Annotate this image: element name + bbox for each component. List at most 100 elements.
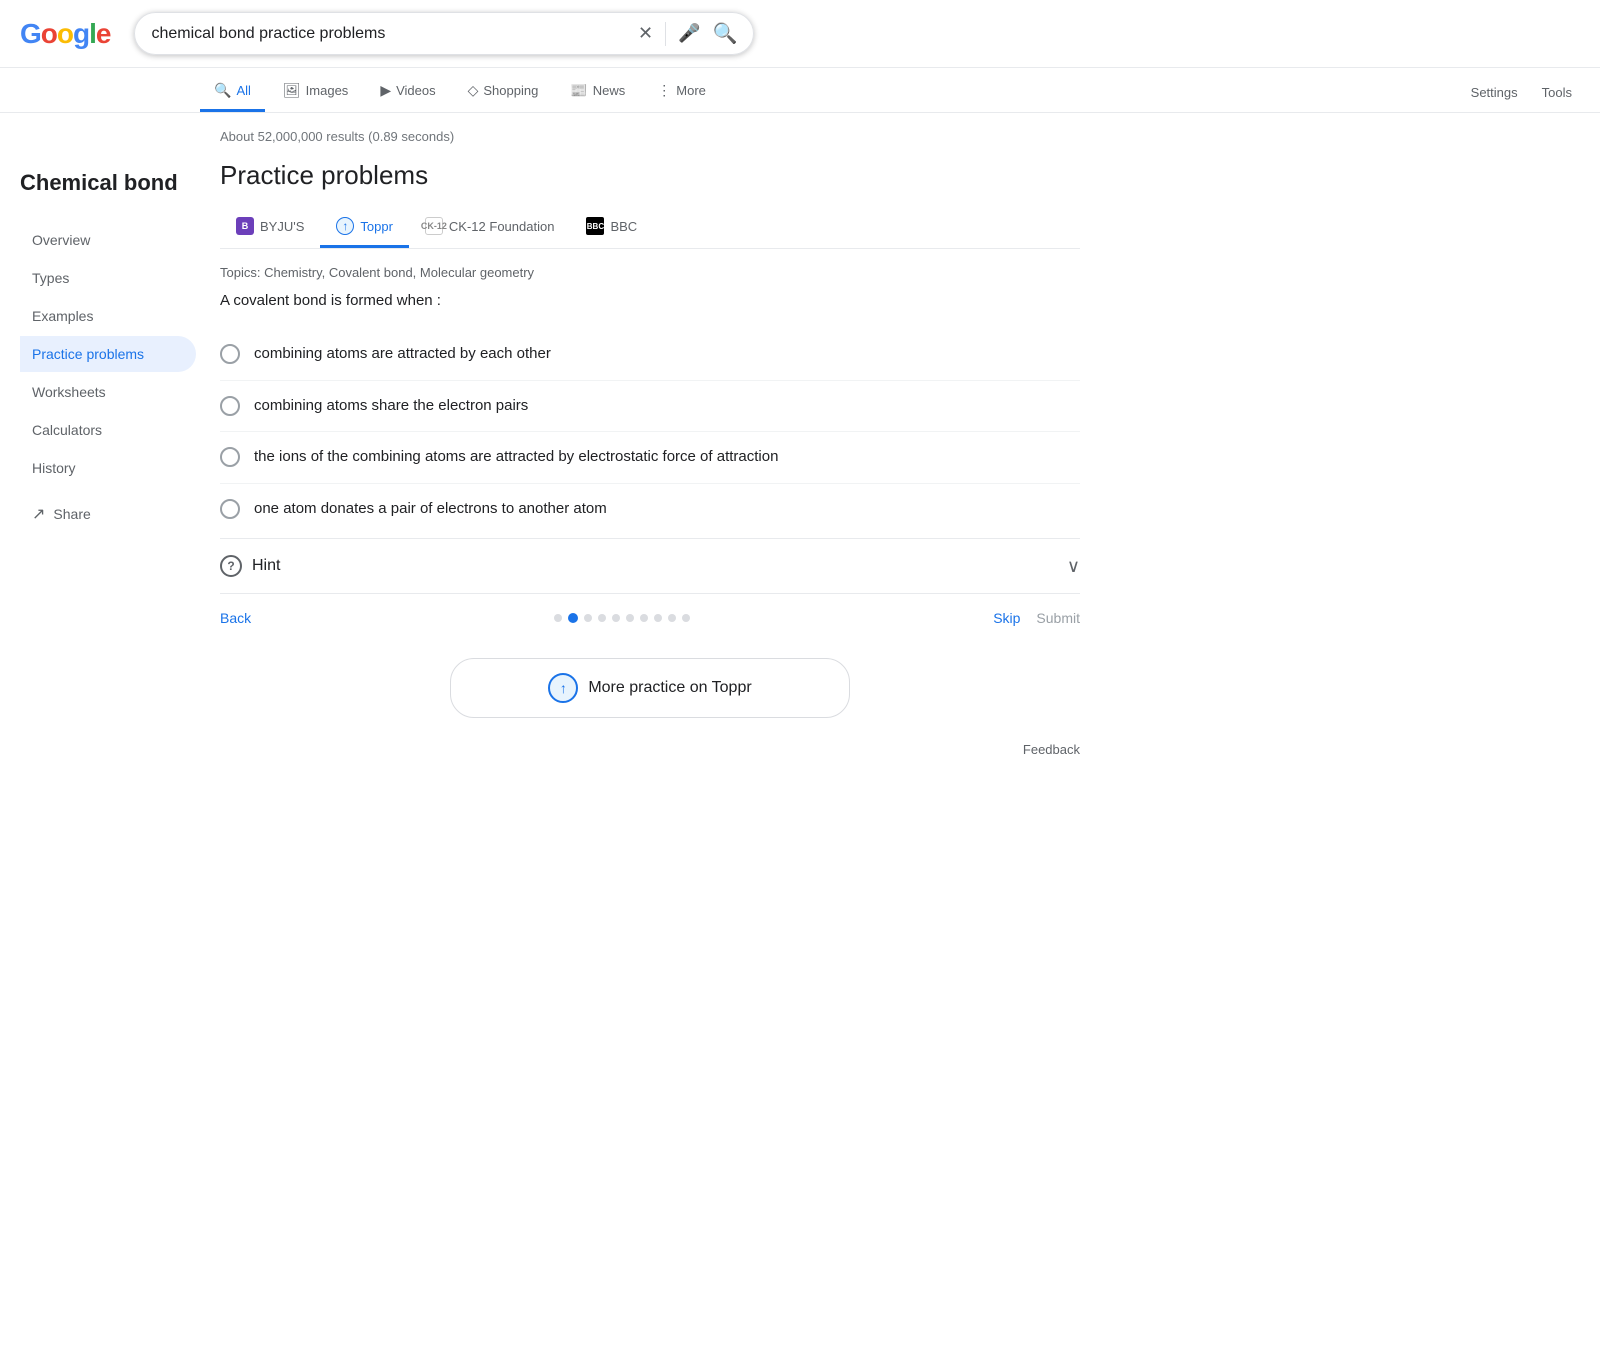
more-icon: ⋮ [657, 82, 671, 99]
nav-right: Settings Tools [1463, 75, 1580, 110]
quiz-options: combining atoms are attracted by each ot… [220, 329, 1080, 534]
results-count: About 52,000,000 results (0.89 seconds) [220, 129, 1080, 144]
more-practice-label: More practice on Toppr [588, 679, 751, 697]
submit-button: Submit [1036, 610, 1080, 626]
toppr-arrow-icon: ↑ [342, 219, 348, 233]
dot-9 [668, 614, 676, 622]
feedback-area: Feedback [220, 726, 1080, 773]
dot-3 [584, 614, 592, 622]
quiz-question: A covalent bond is formed when : [220, 292, 1080, 309]
sidebar-title: Chemical bond [20, 169, 200, 198]
clear-button[interactable]: ✕ [638, 23, 653, 44]
sidebar-item-overview[interactable]: Overview [20, 222, 196, 258]
search-input[interactable] [151, 25, 630, 43]
quiz-option-1[interactable]: combining atoms are attracted by each ot… [220, 329, 1080, 381]
nav-actions: Skip Submit [993, 610, 1080, 626]
main-layout: Chemical bond Overview Types Examples Pr… [0, 113, 1200, 789]
dot-5 [612, 614, 620, 622]
dot-7 [640, 614, 648, 622]
nav-tabs: 🔍 All 🖼 Images ▶ Videos ◇ Shopping 📰 New… [0, 68, 1600, 113]
dot-4 [598, 614, 606, 622]
option-text-3: the ions of the combining atoms are attr… [254, 446, 778, 469]
sidebar-item-types[interactable]: Types [20, 260, 196, 296]
dot-8 [654, 614, 662, 622]
tools-button[interactable]: Tools [1534, 75, 1580, 110]
more-practice-container: ↑ More practice on Toppr [220, 642, 1080, 726]
hint-icon: ? [220, 555, 242, 577]
tab-images-label: Images [306, 83, 349, 98]
toppr-label: Toppr [360, 219, 393, 234]
radio-3[interactable] [220, 447, 240, 467]
share-icon: ↗ [32, 504, 45, 524]
google-logo: Google [20, 18, 110, 50]
share-label: Share [53, 506, 90, 522]
tab-more[interactable]: ⋮ More [643, 72, 720, 112]
toppr-circle: ↑ [548, 673, 578, 703]
dot-2 [568, 613, 578, 623]
page-dots [554, 613, 690, 623]
source-tab-toppr[interactable]: ↑ Toppr [320, 207, 409, 248]
images-icon: 🖼 [283, 82, 301, 99]
skip-button[interactable]: Skip [993, 610, 1020, 626]
search-button[interactable]: 🔍 [713, 21, 738, 46]
quiz-option-3[interactable]: the ions of the combining atoms are attr… [220, 432, 1080, 484]
feedback-button[interactable]: Feedback [1023, 742, 1080, 757]
radio-1[interactable] [220, 344, 240, 364]
sidebar-item-history[interactable]: History [20, 450, 196, 486]
dot-10 [682, 614, 690, 622]
sidebar-nav: Overview Types Examples Practice problem… [20, 222, 200, 486]
bbc-label: BBC [610, 219, 637, 234]
sidebar-item-practice-problems[interactable]: Practice problems [20, 336, 196, 372]
quiz-nav: Back Skip Submit [220, 593, 1080, 642]
tab-all[interactable]: 🔍 All [200, 72, 265, 112]
all-icon: 🔍 [214, 82, 231, 99]
option-text-4: one atom donates a pair of electrons to … [254, 498, 607, 521]
dot-6 [626, 614, 634, 622]
news-icon: 📰 [570, 82, 587, 99]
byjus-label: BYJU'S [260, 219, 304, 234]
source-tab-bbc[interactable]: BBC BBC [570, 207, 653, 248]
quiz-option-4[interactable]: one atom donates a pair of electrons to … [220, 484, 1080, 535]
tab-videos[interactable]: ▶ Videos [366, 72, 449, 112]
section-title: Practice problems [220, 160, 1080, 191]
ck12-label: CK-12 Foundation [449, 219, 555, 234]
option-text-1: combining atoms are attracted by each ot… [254, 343, 551, 366]
quiz-option-2[interactable]: combining atoms share the electron pairs [220, 381, 1080, 433]
source-tabs: B BYJU'S ↑ Toppr CK-12 CK-12 Foundation … [220, 207, 1080, 249]
share-button[interactable]: ↗ Share [20, 494, 200, 534]
tab-news[interactable]: 📰 News [556, 72, 639, 112]
tab-shopping[interactable]: ◇ Shopping [454, 72, 553, 112]
search-bar: ✕ 🎤 🔍 [134, 12, 754, 55]
mic-button[interactable]: 🎤 [678, 23, 700, 44]
source-tab-byjus[interactable]: B BYJU'S [220, 207, 320, 248]
tab-all-label: All [236, 83, 250, 98]
toppr-up-arrow-icon: ↑ [560, 680, 567, 696]
radio-4[interactable] [220, 499, 240, 519]
sidebar: Chemical bond Overview Types Examples Pr… [20, 129, 200, 773]
chevron-down-icon: ∨ [1067, 556, 1080, 577]
videos-icon: ▶ [380, 82, 391, 99]
option-text-2: combining atoms share the electron pairs [254, 395, 528, 418]
hint-label: Hint [252, 557, 280, 575]
logo-g: G [20, 18, 41, 50]
source-tab-ck12[interactable]: CK-12 CK-12 Foundation [409, 207, 571, 248]
settings-button[interactable]: Settings [1463, 75, 1526, 110]
sidebar-item-examples[interactable]: Examples [20, 298, 196, 334]
sidebar-item-calculators[interactable]: Calculators [20, 412, 196, 448]
more-practice-button[interactable]: ↑ More practice on Toppr [450, 658, 850, 718]
content-area: About 52,000,000 results (0.89 seconds) … [200, 129, 1100, 773]
back-button[interactable]: Back [220, 610, 251, 626]
ck12-icon: CK-12 [425, 217, 443, 235]
tab-shopping-label: Shopping [483, 83, 538, 98]
search-icons: ✕ 🎤 🔍 [638, 21, 737, 46]
tab-news-label: News [593, 83, 626, 98]
tab-videos-label: Videos [396, 83, 436, 98]
search-icon: 🔍 [713, 21, 738, 46]
shopping-icon: ◇ [468, 82, 479, 99]
radio-2[interactable] [220, 396, 240, 416]
divider [665, 22, 666, 46]
tab-images[interactable]: 🖼 Images [269, 72, 362, 112]
logo-e: e [96, 18, 111, 50]
sidebar-item-worksheets[interactable]: Worksheets [20, 374, 196, 410]
hint-section[interactable]: ? Hint ∨ [220, 538, 1080, 593]
